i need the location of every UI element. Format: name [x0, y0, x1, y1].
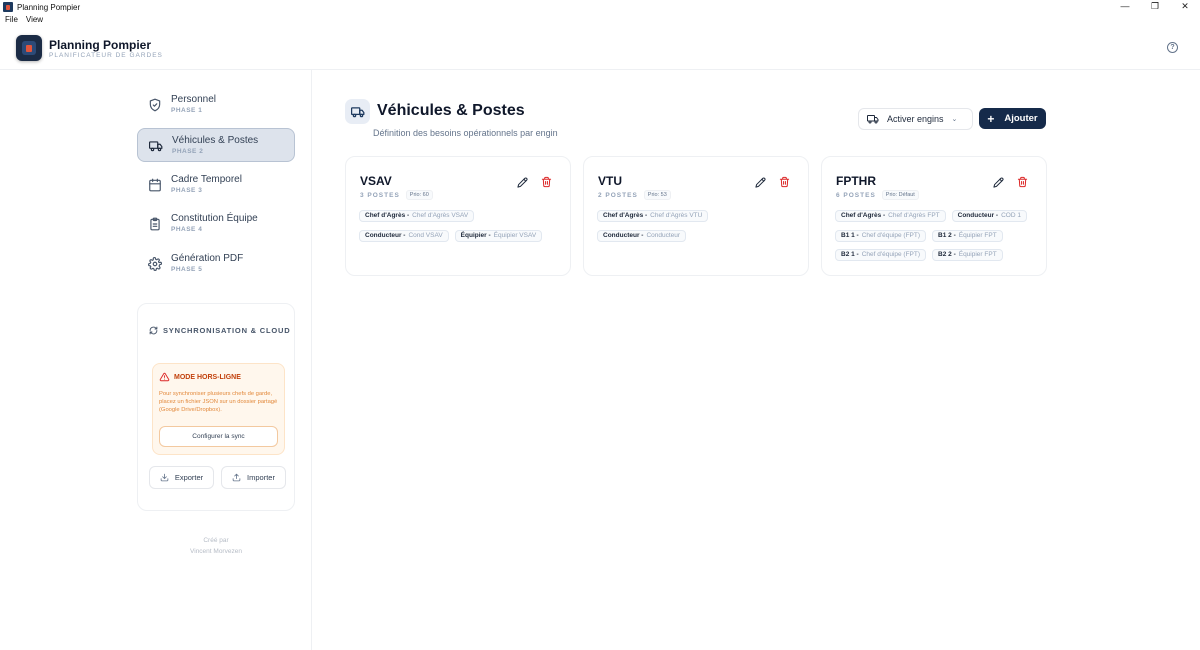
vehicle-card: VSAV 3 POSTES Prio: 60 Chef d'Agrès - Che…	[345, 156, 571, 276]
maximize-button[interactable]: ❐	[1140, 0, 1170, 14]
sidebar-item-generation-pdf[interactable]: Génération PDF PHASE 5	[137, 247, 295, 281]
poste-chip: Chef d'Agrès - Chef d'Agrès FPT	[835, 210, 946, 222]
sidebar-item-phase: PHASE 3	[171, 186, 203, 194]
app-title: Planning Pompier	[49, 38, 152, 52]
poste-chip: Conducteur - COD 1	[951, 210, 1027, 222]
poste-list: Chef d'Agrès - Chef d'Agrès VTU Conducteu…	[597, 210, 802, 249]
poste-chip: B2 2 - Équipier FPT	[932, 249, 1003, 261]
import-button[interactable]: Importer	[221, 466, 286, 489]
import-export-row: Exporter Importer	[149, 466, 286, 489]
poste-chip: B1 2 - Équipier FPT	[932, 229, 1003, 242]
sidebar-item-cadre-temporel[interactable]: Cadre Temporel PHASE 3	[137, 168, 295, 202]
app-icon	[3, 2, 13, 12]
poste-chip: Équipier - Équipier VSAV	[454, 229, 543, 242]
poste-chip: Chef d'Agrès - Chef d'Agrès VSAV	[359, 210, 475, 222]
trash-icon[interactable]	[541, 176, 552, 188]
edit-icon[interactable]	[993, 177, 1004, 188]
sidebar-item-label: Génération PDF	[171, 253, 244, 265]
vehicle-name: VTU	[598, 174, 622, 188]
download-icon	[160, 473, 169, 482]
vehicle-name: VSAV	[360, 174, 392, 188]
offline-title: MODE HORS-LIGNE	[159, 372, 241, 382]
truck-icon	[149, 141, 163, 152]
menubar: File View	[0, 14, 1200, 26]
calendar-icon	[149, 178, 161, 192]
app-header: Planning Pompier PLANIFICATEUR DE GARDES…	[0, 26, 1200, 70]
menu-view[interactable]: View	[26, 14, 43, 26]
priority-badge: Prio: Défaut	[881, 190, 919, 200]
add-vehicle-button[interactable]: + Ajouter	[979, 108, 1046, 129]
poste-list: Chef d'Agrès - Chef d'Agrès VSAV Conducte…	[359, 210, 564, 249]
poste-count: 3 POSTES	[360, 191, 400, 199]
main-content: Véhicules & Postes Définition des besoin…	[313, 70, 1200, 650]
page-subtitle: Définition des besoins opérationnels par…	[373, 128, 558, 138]
edit-icon[interactable]	[517, 177, 528, 188]
sidebar-item-label: Personnel	[171, 94, 217, 105]
truck-icon	[345, 99, 370, 124]
warning-icon	[159, 372, 170, 382]
shield-icon	[149, 98, 161, 112]
minimize-button[interactable]: —	[1110, 0, 1140, 14]
chevron-down-icon: ⌄	[951, 116, 958, 123]
activate-vehicles-label: Activer engins	[887, 114, 944, 124]
poste-chip: B2 1 - Chef d'équipe (FPT)	[835, 249, 927, 261]
poste-chip: Conducteur - Cond VSAV	[359, 229, 449, 242]
sidebar-item-phase: PHASE 5	[171, 266, 203, 274]
upload-icon	[232, 473, 241, 482]
sidebar-item-phase: PHASE 4	[171, 226, 203, 234]
help-icon[interactable]: ?	[1167, 42, 1178, 53]
gear-icon	[148, 257, 162, 272]
vehicle-card: FPTHR 6 POSTES Prio: Défaut Chef d'Agrès…	[821, 156, 1047, 276]
sidebar-item-phase: PHASE 1	[171, 107, 203, 114]
sidebar: Personnel PHASE 1 Véhicules & Postes PHA…	[0, 70, 312, 650]
configure-sync-button[interactable]: Configurer la sync	[159, 426, 278, 447]
credit: Créé par Vincent Morvezen	[190, 537, 242, 555]
poste-chip: Chef d'Agrès - Chef d'Agrès VTU	[597, 210, 709, 222]
refresh-icon	[149, 326, 158, 335]
activate-vehicles-dropdown[interactable]: Activer engins ⌄	[858, 108, 973, 130]
vehicle-name: FPTHR	[836, 174, 876, 188]
edit-icon[interactable]	[755, 177, 766, 188]
sidebar-item-label: Véhicules & Postes	[172, 134, 259, 146]
window-titlebar: Planning Pompier — ❐ ✕	[0, 0, 1200, 14]
window-title: Planning Pompier	[17, 2, 81, 12]
poste-count: 2 POSTES	[598, 191, 638, 199]
page-title: Véhicules & Postes	[377, 102, 525, 119]
priority-badge: Prio: 53	[643, 190, 671, 200]
trash-icon[interactable]	[779, 176, 790, 188]
sidebar-item-label: Cadre Temporel	[171, 173, 242, 185]
priority-badge: Prio: 60	[405, 190, 433, 200]
sidebar-item-vehicules[interactable]: Véhicules & Postes PHASE 2	[137, 127, 295, 162]
truck-icon	[867, 115, 879, 124]
poste-list: Chef d'Agrès - Chef d'Agrès FPT Conducteu…	[835, 210, 1040, 269]
vehicle-cards: VSAV 3 POSTES Prio: 60 Chef d'Agrès - Che…	[345, 156, 1059, 276]
close-button[interactable]: ✕	[1170, 0, 1200, 14]
sidebar-item-phase: PHASE 2	[172, 147, 204, 155]
sidebar-item-personnel[interactable]: Personnel PHASE 1	[137, 88, 295, 122]
sidebar-item-constitution-equipe[interactable]: Constitution Équipe PHASE 4	[137, 207, 295, 241]
app-logo	[16, 35, 42, 61]
sidebar-nav: Personnel PHASE 1 Véhicules & Postes PHA…	[137, 88, 295, 287]
plus-icon: +	[987, 111, 995, 126]
app-subtitle: PLANIFICATEUR DE GARDES	[49, 52, 163, 59]
export-button[interactable]: Exporter	[149, 466, 214, 489]
vehicle-card: VTU 2 POSTES Prio: 53 Chef d'Agrès - Chef…	[583, 156, 809, 276]
offline-description: Pour synchroniser plusieurs chefs de gar…	[159, 391, 278, 414]
poste-count: 6 POSTES	[836, 191, 876, 199]
clipboard-icon	[150, 217, 160, 231]
sync-panel: SYNCHRONISATION & CLOUD MODE HORS-LIGNE …	[137, 303, 295, 511]
trash-icon[interactable]	[1017, 176, 1028, 188]
offline-notice: MODE HORS-LIGNE Pour synchroniser plusie…	[152, 363, 285, 455]
sidebar-item-label: Constitution Équipe	[171, 213, 258, 225]
poste-chip: B1 1 - Chef d'équipe (FPT)	[835, 229, 927, 242]
menu-file[interactable]: File	[5, 14, 18, 26]
poste-chip: Conducteur - Conducteur	[597, 229, 687, 242]
sync-title: SYNCHRONISATION & CLOUD	[149, 326, 290, 335]
